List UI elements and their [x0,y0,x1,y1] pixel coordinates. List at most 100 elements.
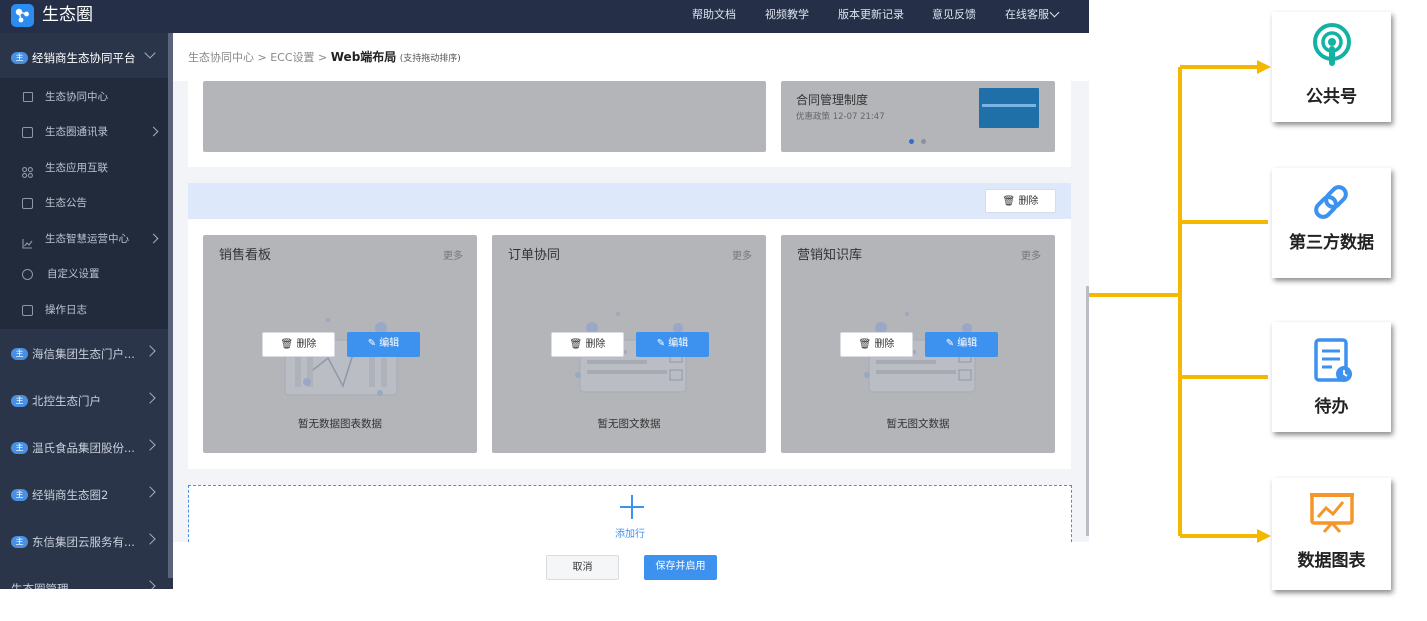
chart-placeholder-icon [284,318,398,396]
news-card[interactable]: 合同管理制度 优惠政策 12-07 21:47 [781,81,1055,152]
legend-label: 待办 [1314,397,1349,417]
panel-empty-text: 暂无图文数据 [597,418,661,430]
panel-edit-label: 编辑 [957,338,978,349]
chevron-right-icon [144,486,156,498]
group-badge: 主 [11,536,28,548]
panel-title: 销售看板 [219,248,272,263]
top-bar: 生态圈 帮助文档 视频教学 版本更新记录 意见反馈 在线客服 [0,0,1089,33]
sidebar-item-custom-settings[interactable]: 自定义设置 [0,264,168,286]
panel-delete-button[interactable]: 🗑 删除 [840,332,913,357]
sidebar-item-label: 自定义设置 [47,268,100,280]
breadcrumb-link[interactable]: 生态协同中心 [188,51,254,64]
sidebar-item-eco-center[interactable]: 生态协同中心 [0,87,168,109]
group-badge: 主 [11,395,28,407]
sidebar-item-ops-center[interactable]: 生态智慧运营中心 [0,229,168,251]
app-window: 生态圈 帮助文档 视频教学 版本更新记录 意见反馈 在线客服 主 经销商生态协同… [0,0,1089,589]
layout-row-2[interactable]: 销售看板 更多 🗑 删除 ✎ 编辑 暂无数据图表数据 订单协同 更多 🗑 删除 … [188,219,1071,469]
panel-delete-button[interactable]: 🗑 删除 [262,332,335,357]
panel-edit-button[interactable]: ✎ 编辑 [636,332,709,357]
nav-feedback[interactable]: 意见反馈 [932,8,976,22]
panel-edit-button[interactable]: ✎ 编辑 [925,332,998,357]
sidebar-group-dealer-platform[interactable]: 主 经销商生态协同平台 [0,46,168,70]
chevron-right-icon [144,533,156,545]
nav-online-support[interactable]: 在线客服 [1005,8,1049,22]
app-logo-icon[interactable] [11,4,34,27]
chevron-right-icon [144,345,156,357]
layout-row-1[interactable]: 合同管理制度 优惠政策 12-07 21:47 [188,81,1071,167]
sidebar-group-label: 北控生态门户 [32,394,101,408]
row-toolbar: 🗑 删除 [188,183,1071,219]
sidebar-item-contacts[interactable]: 生态圈通讯录 [0,122,168,144]
app-title: 生态圈 [42,5,93,25]
sidebar-group-dealer-eco-2[interactable]: 主 经销商生态圈2 [0,483,168,507]
sidebar-group-hisense[interactable]: 主 海信集团生态门户... [0,342,168,366]
sidebar-group-beikong[interactable]: 主 北控生态门户 [0,389,168,413]
panel-empty-text: 暂无数据图表数据 [298,418,382,430]
sidebar-item-label: 生态协同中心 [45,91,108,103]
panel-more-link[interactable]: 更多 [1021,250,1041,263]
chevron-down-icon[interactable] [1049,7,1060,18]
group-badge: 主 [11,348,28,360]
chevron-right-icon [148,233,159,244]
article-placeholder-icon [575,312,687,393]
log-icon [22,305,33,316]
sidebar-item-operation-log[interactable]: 操作日志 [0,300,168,322]
sidebar-group-label: 温氏食品集团股份... [32,441,135,455]
panel-delete-button[interactable]: 🗑 删除 [551,332,624,357]
chevron-right-icon: > [318,51,331,64]
cancel-button[interactable]: 取消 [546,555,619,580]
nav-release-notes[interactable]: 版本更新记录 [838,8,904,22]
chevron-right-icon: > [257,51,271,64]
panel-delete-label: 删除 [585,339,606,350]
sidebar: 主 经销商生态协同平台 生态协同中心 生态圈通讯录 生态应用互联 生态公告 生态… [0,33,173,589]
news-meta: 优惠政策 12-07 21:47 [796,112,885,122]
plus-icon [620,495,644,519]
sidebar-item-app-interconnect[interactable]: 生态应用互联 [0,158,168,180]
article-placeholder-icon [864,312,976,393]
save-enable-button[interactable]: 保存并启用 [644,555,717,580]
nav-help-docs[interactable]: 帮助文档 [692,8,736,22]
panel-title: 订单协同 [508,248,561,263]
sidebar-group-dongxin[interactable]: 主 东信集团云服务有... [0,530,168,554]
panel-title: 营销知识库 [797,248,863,263]
panel-order-collab[interactable]: 订单协同 更多 🗑 删除 ✎ 编辑 暂无图文数据 [492,235,766,453]
news-title: 合同管理制度 [796,93,869,107]
group-badge: 主 [11,489,28,501]
link-icon [1314,185,1348,219]
sidebar-group-label: 经销商生态协同平台 [32,51,136,65]
panel-sales-board[interactable]: 销售看板 更多 🗑 删除 ✎ 编辑 暂无数据图表数据 [203,235,477,453]
legend-tile-official-account: 公共号 [1272,12,1391,122]
breadcrumb-link[interactable]: ECC设置 [270,51,314,64]
sidebar-group-label: 生态圈管理 [11,582,69,589]
trash-icon: 🗑 [1002,196,1016,207]
sidebar-group-wens[interactable]: 主 温氏食品集团股份... [0,436,168,460]
chevron-right-icon [144,580,156,589]
panel-edit-label: 编辑 [668,338,689,349]
sidebar-group-eco-management[interactable]: 生态圈管理 [0,577,168,589]
panel-edit-button[interactable]: ✎ 编辑 [347,332,420,357]
page-title: Web端布局 [330,50,397,64]
banner-placeholder[interactable] [203,81,766,152]
group-badge: 主 [11,52,28,64]
panel-edit-label: 编辑 [379,338,400,349]
edit-icon: ✎ [656,338,666,349]
panel-more-link[interactable]: 更多 [732,250,752,263]
trash-icon: 🗑 [569,339,583,350]
breadcrumb-bar: 生态协同中心 > ECC设置 > Web端布局 (支持拖动排序) [173,33,1089,81]
podcast-icon [1313,23,1351,66]
nav-video-tutorials[interactable]: 视频教学 [765,8,809,22]
chevron-down-icon [144,47,156,59]
row-delete-button[interactable]: 🗑 删除 [985,189,1056,213]
carousel-dot-active[interactable] [909,139,914,144]
legend-tile-todo: 待办 [1272,322,1391,432]
chart-board-icon [1310,493,1354,533]
legend-label: 公共号 [1306,87,1357,107]
sidebar-item-announcements[interactable]: 生态公告 [0,193,168,215]
add-row-label: 添加行 [615,529,645,540]
carousel-dot[interactable] [921,139,926,144]
todo-clipboard-icon [1314,338,1352,382]
panel-marketing-kb[interactable]: 营销知识库 更多 🗑 删除 ✎ 编辑 暂无图文数据 [781,235,1055,453]
contacts-icon [22,127,33,138]
panel-more-link[interactable]: 更多 [443,250,463,263]
add-row-button[interactable]: 添加行 [188,485,1072,547]
